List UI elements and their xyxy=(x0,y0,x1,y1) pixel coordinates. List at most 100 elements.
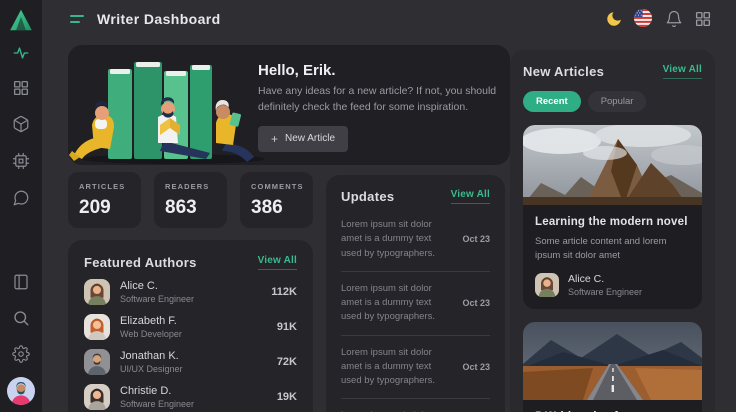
article-excerpt: Some article content and lorem ipsum sit… xyxy=(535,235,690,264)
new-articles-panel: New Articles View All Recent Popular xyxy=(510,50,715,412)
tab-recent[interactable]: Recent xyxy=(523,91,581,112)
author-meta: Elizabeth F. Web Developer xyxy=(120,315,182,339)
sidebar-item-library[interactable] xyxy=(12,273,30,291)
user-avatar[interactable] xyxy=(7,377,35,405)
article-title: Learning the modern novel xyxy=(535,216,690,228)
apps-menu-button[interactable] xyxy=(694,10,712,28)
gear-icon xyxy=(12,345,30,363)
author-name: Jonathan K. xyxy=(120,350,183,362)
article-author-row[interactable]: Alice C. Software Engineer xyxy=(535,273,690,297)
new-articles-header: New Articles View All xyxy=(523,64,702,79)
author-meta: Christie D. Software Engineer xyxy=(120,385,194,409)
author-avatar xyxy=(84,384,110,410)
author-readers-count: 72K xyxy=(277,356,297,368)
sidebar-item-messages[interactable] xyxy=(12,189,30,207)
welcome-text: Hello, Erik. Have any ideas for a new ar… xyxy=(258,62,498,152)
sidebar-item-dashboard[interactable] xyxy=(12,79,30,97)
author-readers-count: 91K xyxy=(277,321,297,333)
dark-mode-toggle[interactable] xyxy=(605,10,623,28)
featured-authors-title: Featured Authors xyxy=(84,255,197,270)
author-avatar xyxy=(84,279,110,305)
update-text: Lorem ipsum sit dolor amet is a dummy te… xyxy=(341,282,443,325)
featured-authors-header: Featured Authors View All xyxy=(84,255,297,270)
author-name: Alice C. xyxy=(120,280,194,292)
stat-label: ARTICLES xyxy=(79,182,130,191)
stat-card-comments: COMMENTS 386 xyxy=(240,172,313,228)
article-card-learning-the-modern-novel[interactable]: Learning the modern novel Some article c… xyxy=(523,125,702,309)
stat-value: 386 xyxy=(251,197,302,219)
author-avatar xyxy=(84,349,110,375)
sidebar-item-settings[interactable] xyxy=(12,345,30,363)
author-row-elizabeth[interactable]: Elizabeth F. Web Developer 91K xyxy=(84,314,297,340)
featured-authors-view-all-link[interactable]: View All xyxy=(258,255,297,270)
author-role: Web Developer xyxy=(120,329,182,339)
author-role: Software Engineer xyxy=(120,294,194,304)
update-text: Lorem ipsum sit dolor amet is a dummy te… xyxy=(341,218,443,261)
app-logo-icon[interactable] xyxy=(8,7,34,31)
author-row-alice[interactable]: Alice C. Software Engineer 112K xyxy=(84,279,297,305)
moon-icon xyxy=(605,10,623,28)
author-readers-count: 112K xyxy=(271,286,297,298)
stat-card-articles: ARTICLES 209 xyxy=(68,172,141,228)
stat-value: 209 xyxy=(79,197,130,219)
author-avatar xyxy=(84,314,110,340)
menu-toggle-icon[interactable] xyxy=(70,15,84,23)
page-title: Writer Dashboard xyxy=(97,11,221,27)
grid-icon xyxy=(12,79,30,97)
update-item: Lorem ipsum sit dolor amet is a dummy te… xyxy=(341,335,490,399)
update-item: Lorem ipsum sit dolor amet is a dummy te… xyxy=(341,271,490,335)
us-flag-icon xyxy=(634,9,652,27)
author-readers-count: 19K xyxy=(277,391,297,403)
updates-view-all-link[interactable]: View All xyxy=(451,189,490,204)
welcome-card: Hello, Erik. Have any ideas for a new ar… xyxy=(68,45,510,165)
article-author-name: Alice C. xyxy=(568,273,642,285)
sidebar-item-packages[interactable] xyxy=(12,115,30,133)
apps-grid-icon xyxy=(694,10,712,28)
sidebar-item-search[interactable] xyxy=(12,309,30,327)
update-item: Lorem ipsum sit dolor amet is a dummy te… xyxy=(341,208,490,271)
plus-icon: + xyxy=(271,133,278,145)
article-author-meta: Alice C. Software Engineer xyxy=(568,273,642,297)
stat-label: COMMENTS xyxy=(251,182,302,191)
tab-popular[interactable]: Popular xyxy=(588,91,647,112)
updates-title: Updates xyxy=(341,189,394,204)
author-role: Software Engineer xyxy=(120,399,194,409)
cpu-icon xyxy=(12,152,30,170)
updates-list: Lorem ipsum sit dolor amet is a dummy te… xyxy=(341,208,490,412)
cube-icon xyxy=(12,115,30,133)
writer-dashboard-app: Writer Dashboard xyxy=(0,0,736,412)
article-image-road xyxy=(523,322,702,400)
author-meta: Alice C. Software Engineer xyxy=(120,280,194,304)
new-article-button[interactable]: + New Article xyxy=(258,126,348,152)
bell-icon xyxy=(665,10,683,28)
article-author-avatar xyxy=(535,273,559,297)
header-actions xyxy=(605,9,736,29)
featured-authors-card: Featured Authors View All Alice C. Softw… xyxy=(68,240,313,412)
author-row-christie[interactable]: Christie D. Software Engineer 19K xyxy=(84,384,297,410)
notifications-button[interactable] xyxy=(665,10,683,28)
article-image-mountain xyxy=(523,125,702,205)
stat-label: READERS xyxy=(165,182,216,191)
stat-value: 863 xyxy=(165,197,216,219)
article-body: 5 Writing tips for you xyxy=(523,400,702,412)
author-row-jonathan[interactable]: Jonathan K. UI/UX Designer 72K xyxy=(84,349,297,375)
sidebar-item-system[interactable] xyxy=(12,152,30,170)
sidebar-item-activity[interactable] xyxy=(12,44,30,62)
chat-icon xyxy=(12,189,30,207)
article-author-role: Software Engineer xyxy=(568,287,642,297)
article-card-5-writing-tips[interactable]: 5 Writing tips for you xyxy=(523,322,702,412)
activity-icon xyxy=(12,44,30,62)
top-header: Writer Dashboard xyxy=(42,0,736,38)
new-articles-tabs: Recent Popular xyxy=(523,91,702,112)
user-avatar-image xyxy=(7,377,35,405)
new-articles-title: New Articles xyxy=(523,64,604,79)
article-body: Learning the modern novel Some article c… xyxy=(523,205,702,309)
new-articles-view-all-link[interactable]: View All xyxy=(663,64,702,79)
updates-card: Updates View All Lorem ipsum sit dolor a… xyxy=(326,175,505,412)
language-selector[interactable] xyxy=(634,9,654,29)
author-meta: Jonathan K. UI/UX Designer xyxy=(120,350,183,374)
book-icon xyxy=(12,273,30,291)
author-role: UI/UX Designer xyxy=(120,364,183,374)
logo-triangle xyxy=(8,7,34,33)
author-name: Christie D. xyxy=(120,385,194,397)
